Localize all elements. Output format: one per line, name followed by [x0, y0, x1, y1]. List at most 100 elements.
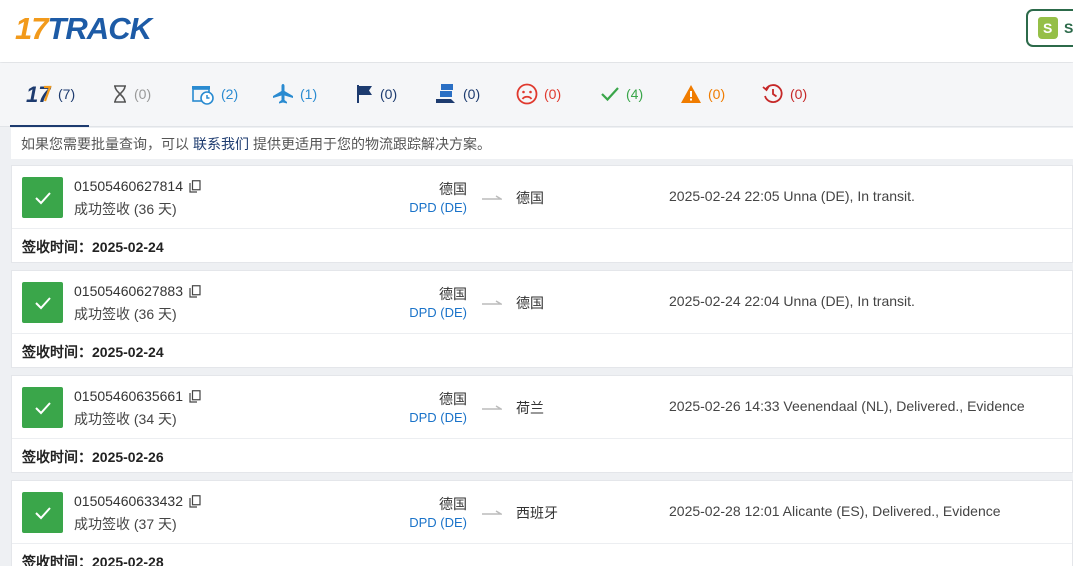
- signed-time: 签收时间：2025-02-28: [22, 552, 164, 566]
- 17-logo-icon: 17: [26, 83, 52, 105]
- logo-word: TRACK: [47, 11, 151, 46]
- check-icon: [34, 506, 51, 519]
- signed-date: 2025-02-24: [92, 344, 164, 360]
- courier-icon: [436, 84, 455, 103]
- route-arrow-icon: [482, 195, 502, 200]
- notice-text: 如果您需要批量查询，可以: [21, 135, 189, 152]
- delivery-status: 成功签收 (36 天): [74, 306, 177, 322]
- truck-clock-icon: [192, 86, 214, 105]
- tab-not-found[interactable]: (0): [112, 81, 151, 107]
- latest-event: 2025-02-28 12:01 Alicante (ES), Delivere…: [669, 503, 1001, 519]
- copy-icon[interactable]: [189, 494, 201, 508]
- destination-country: 荷兰: [516, 400, 544, 416]
- tracking-number: 01505460633432: [74, 493, 201, 509]
- delivered-status-badge: [22, 492, 63, 533]
- check-icon: [34, 191, 51, 204]
- active-tab-underline: [10, 125, 89, 127]
- latest-event: 2025-02-24 22:05 Unna (DE), In transit.: [669, 188, 915, 204]
- signed-label: 签收时间：: [22, 449, 92, 465]
- tab-count: (0): [134, 86, 152, 102]
- shipment-card[interactable]: 01505460635661 成功签收 (34 天) 德国 DPD (DE) 荷…: [11, 375, 1073, 473]
- tracking-number: 01505460635661: [74, 388, 201, 404]
- tab-count: (0): [708, 86, 726, 102]
- signed-date: 2025-02-24: [92, 239, 164, 255]
- tab-count: (0): [380, 86, 398, 102]
- destination-country: 西班牙: [516, 505, 558, 521]
- destination-country: 德国: [516, 190, 544, 206]
- tracking-number-text: 01505460627883: [74, 283, 184, 299]
- 17track-logo[interactable]: 17 TRACK: [15, 11, 152, 47]
- tab-all[interactable]: 17 (7): [26, 81, 75, 107]
- signed-date: 2025-02-26: [92, 449, 164, 465]
- tracking-number-text: 01505460635661: [74, 388, 184, 404]
- status-tabs: 17 (7) (0) (2) (1) (0) (0) (0) (4) (0) (…: [0, 63, 1073, 127]
- hourglass-icon: [114, 85, 126, 103]
- tracking-number: 01505460627883: [74, 283, 201, 299]
- notice-text-end: 提供更适用于您的物流跟踪解决方案。: [253, 135, 491, 152]
- tab-alert[interactable]: (0): [680, 81, 725, 107]
- tab-out-for-delivery[interactable]: (0): [435, 81, 480, 107]
- tab-count: (0): [544, 86, 562, 102]
- delivered-status-badge: [22, 387, 63, 428]
- tab-delivered[interactable]: (4): [600, 81, 643, 107]
- tab-in-transit[interactable]: (1): [272, 81, 317, 107]
- carrier-link[interactable]: DPD (DE): [409, 410, 467, 425]
- shopify-button[interactable]: S: [1026, 9, 1073, 47]
- route-arrow-icon: [482, 405, 502, 410]
- delivered-status-badge: [22, 282, 63, 323]
- shipment-summary: 01505460633432 成功签收 (37 天) 德国 DPD (DE) 西…: [12, 481, 1072, 544]
- latest-event: 2025-02-26 14:33 Veenendaal (NL), Delive…: [669, 398, 1025, 414]
- shopify-label: S: [1064, 20, 1073, 36]
- tab-count: (2): [221, 86, 239, 102]
- delivery-status: 成功签收 (36 天): [74, 201, 177, 217]
- shipment-summary: 01505460627814 成功签收 (36 天) 德国 DPD (DE) 德…: [12, 166, 1072, 229]
- tab-info-received[interactable]: (2): [191, 81, 238, 107]
- route-arrow-icon: [482, 300, 502, 305]
- signed-date: 2025-02-28: [92, 554, 164, 566]
- shipment-summary: 01505460635661 成功签收 (34 天) 德国 DPD (DE) 荷…: [12, 376, 1072, 439]
- destination-country: 德国: [516, 295, 544, 311]
- delivered-status-badge: [22, 177, 63, 218]
- signed-time: 签收时间：2025-02-24: [22, 342, 164, 362]
- shopify-bag-icon: [1038, 17, 1058, 39]
- contact-us-link[interactable]: 联系我们: [193, 134, 249, 154]
- tracking-number: 01505460627814: [74, 178, 201, 194]
- tab-expired[interactable]: (0): [762, 81, 807, 107]
- copy-icon[interactable]: [189, 389, 201, 403]
- tab-count: (0): [790, 86, 808, 102]
- signed-time: 签收时间：2025-02-26: [22, 447, 164, 467]
- shipment-card[interactable]: 01505460633432 成功签收 (37 天) 德国 DPD (DE) 西…: [11, 480, 1073, 566]
- top-header: 17 TRACK S: [0, 0, 1073, 62]
- signed-label: 签收时间：: [22, 554, 92, 566]
- origin-country: 德国: [439, 181, 467, 197]
- delivery-status: 成功签收 (37 天): [74, 516, 177, 532]
- plane-icon: [273, 84, 293, 104]
- check-icon: [601, 87, 619, 102]
- origin-country: 德国: [439, 391, 467, 407]
- delivery-status: 成功签收 (34 天): [74, 411, 177, 427]
- check-icon: [34, 401, 51, 414]
- shipment-card[interactable]: 01505460627883 成功签收 (36 天) 德国 DPD (DE) 德…: [11, 270, 1073, 368]
- signed-label: 签收时间：: [22, 239, 92, 255]
- logo-number: 17: [15, 11, 48, 46]
- tab-pick-up[interactable]: (0): [356, 81, 397, 107]
- route-arrow-icon: [482, 510, 502, 515]
- shipment-card[interactable]: 01505460627814 成功签收 (36 天) 德国 DPD (DE) 德…: [11, 165, 1073, 263]
- tracking-number-text: 01505460627814: [74, 178, 184, 194]
- copy-icon[interactable]: [189, 284, 201, 298]
- carrier-link[interactable]: DPD (DE): [409, 200, 467, 215]
- copy-icon[interactable]: [189, 179, 201, 193]
- tab-count: (1): [300, 86, 318, 102]
- tab-undelivered[interactable]: (0): [516, 81, 561, 107]
- origin-country: 德国: [439, 496, 467, 512]
- history-icon: [762, 84, 783, 103]
- bulk-query-notice: 如果您需要批量查询，可以 联系我们 提供更适用于您的物流跟踪解决方案。: [11, 128, 1073, 159]
- signed-time: 签收时间：2025-02-24: [22, 237, 164, 257]
- carrier-link[interactable]: DPD (DE): [409, 515, 467, 530]
- sad-face-icon: [516, 83, 538, 105]
- origin-country: 德国: [439, 286, 467, 302]
- tab-count: (4): [626, 86, 644, 102]
- carrier-link[interactable]: DPD (DE): [409, 305, 467, 320]
- warning-icon: [681, 85, 701, 103]
- tab-count: (0): [463, 86, 481, 102]
